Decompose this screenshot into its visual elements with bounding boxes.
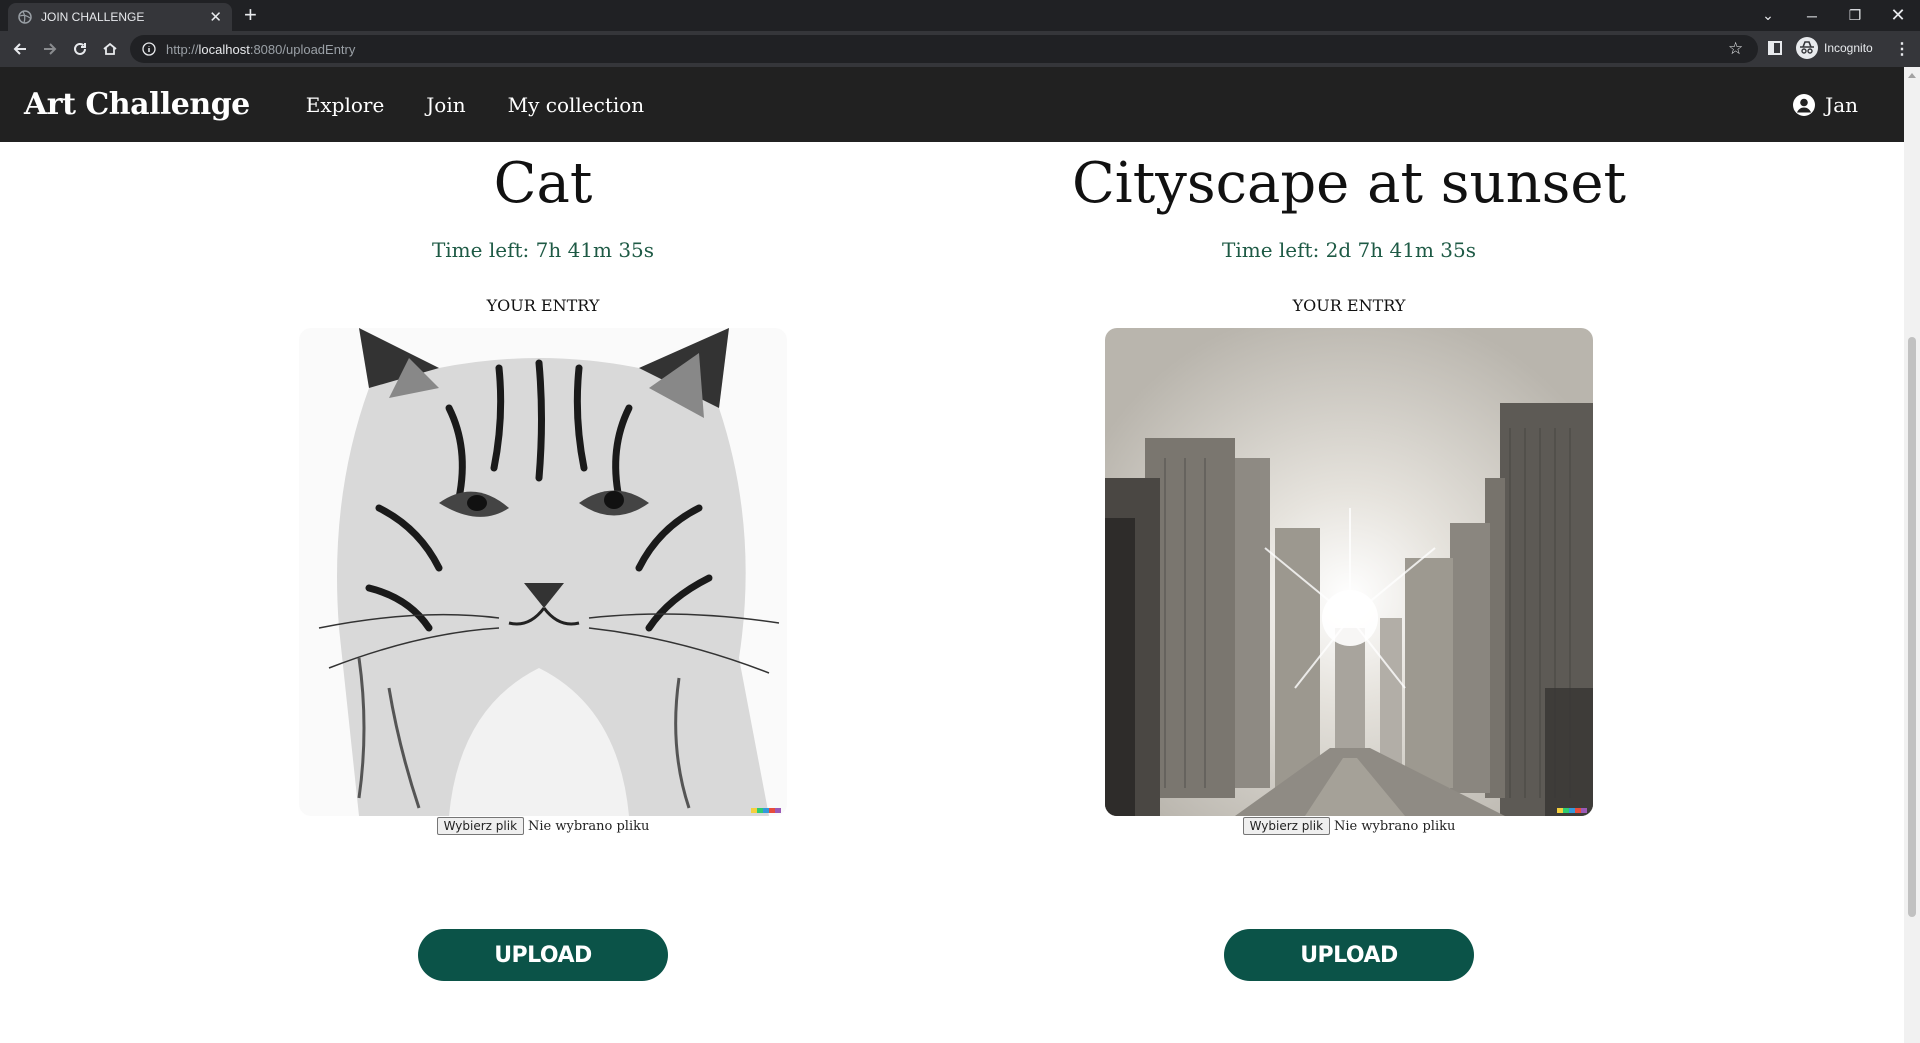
file-input[interactable]: Wybierz plik Nie wybrano pliku	[193, 817, 893, 835]
file-status: Nie wybrano pliku	[1334, 818, 1456, 834]
page-scrollbar[interactable]	[1904, 67, 1920, 1043]
page-viewport: Art Challenge Explore Join My collection…	[0, 67, 1920, 1043]
incognito-label: Incognito	[1824, 41, 1873, 55]
incognito-indicator[interactable]: Incognito	[1796, 37, 1873, 59]
choose-file-button[interactable]: Wybierz plik	[1242, 817, 1331, 835]
site-navbar: Art Challenge Explore Join My collection…	[0, 67, 1904, 142]
site-info-icon[interactable]	[142, 42, 156, 56]
site-logo[interactable]: Art Challenge	[24, 87, 250, 122]
user-avatar-icon	[1793, 94, 1816, 116]
back-arrow-icon[interactable]	[10, 39, 30, 59]
browser-toolbar: http://localhost:8080/uploadEntry ☆ Inco…	[0, 31, 1920, 67]
reload-icon[interactable]	[70, 39, 90, 59]
new-tab-icon[interactable]: +	[244, 3, 257, 27]
address-bar[interactable]: http://localhost:8080/uploadEntry	[130, 35, 1758, 63]
scrollbar-thumb[interactable]	[1908, 337, 1916, 917]
browser-menu-icon[interactable]: ⋮	[1894, 39, 1910, 59]
challenge-title: Cat	[493, 151, 593, 216]
url-text: http://localhost:8080/uploadEntry	[166, 41, 356, 57]
your-entry-label: YOUR ENTRY	[486, 296, 600, 315]
time-left: Time left: 7h 41m 35s	[431, 238, 655, 262]
tab-close-icon[interactable]: ✕	[209, 10, 222, 25]
minimize-icon[interactable]: ─	[1792, 0, 1832, 31]
home-icon[interactable]	[100, 39, 120, 59]
incognito-icon	[1796, 37, 1818, 59]
entry-image-cat-sketch	[299, 328, 787, 816]
challenge-list: Cat Time left: 7h 41m 35s YOUR ENTRY Wyb…	[0, 142, 1904, 1043]
upload-button[interactable]: UPLOAD	[1224, 929, 1474, 981]
window-close-icon[interactable]: ✕	[1878, 0, 1918, 31]
scroll-up-arrow-icon[interactable]	[1908, 73, 1916, 78]
entry-image-cityscape-sketch	[1105, 328, 1593, 816]
user-menu[interactable]: Jan	[1793, 93, 1858, 117]
globe-icon	[18, 10, 32, 24]
browser-tab[interactable]: JOIN CHALLENGE ✕	[8, 3, 232, 31]
your-entry-label: YOUR ENTRY	[1292, 296, 1406, 315]
challenge-title: Cityscape at sunset	[1071, 151, 1627, 216]
nav-link-my-collection[interactable]: My collection	[508, 93, 645, 117]
nav-link-join[interactable]: Join	[426, 93, 465, 117]
browser-tab-bar: JOIN CHALLENGE ✕ + ⌄ ─ ❐ ✕	[0, 0, 1920, 31]
nav-links: Explore Join My collection	[306, 93, 686, 117]
bookmark-star-icon[interactable]: ☆	[1728, 39, 1743, 59]
file-input[interactable]: Wybierz plik Nie wybrano pliku	[999, 817, 1699, 835]
tab-title: JOIN CHALLENGE	[41, 10, 145, 24]
upload-button[interactable]: UPLOAD	[418, 929, 668, 981]
nav-link-explore[interactable]: Explore	[306, 93, 385, 117]
user-name: Jan	[1825, 93, 1858, 117]
file-status: Nie wybrano pliku	[528, 818, 650, 834]
side-panel-icon[interactable]	[1768, 41, 1782, 55]
choose-file-button[interactable]: Wybierz plik	[436, 817, 525, 835]
restore-icon[interactable]: ❐	[1835, 0, 1875, 31]
challenge-card: Cat Time left: 7h 41m 35s YOUR ENTRY Wyb…	[193, 142, 893, 981]
time-left: Time left: 2d 7h 41m 35s	[1222, 238, 1476, 262]
tab-search-icon[interactable]: ⌄	[1748, 0, 1788, 31]
challenge-card: Cityscape at sunset Time left: 2d 7h 41m…	[999, 142, 1699, 981]
forward-arrow-icon[interactable]	[40, 39, 60, 59]
